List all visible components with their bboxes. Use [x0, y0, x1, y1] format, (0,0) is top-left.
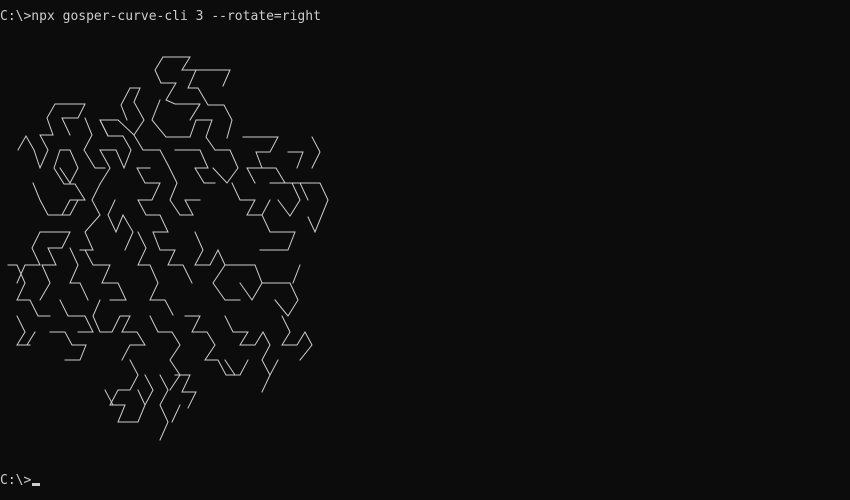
gosper-curve-ascii-art — [7, 56, 329, 441]
text-cursor — [32, 483, 41, 486]
prompt: C:\> — [0, 473, 32, 488]
prompt-line[interactable]: C:\> — [0, 473, 41, 489]
terminal-window[interactable]: C:\>npx gosper-curve-cli 3 --rotate=righ… — [0, 0, 850, 500]
